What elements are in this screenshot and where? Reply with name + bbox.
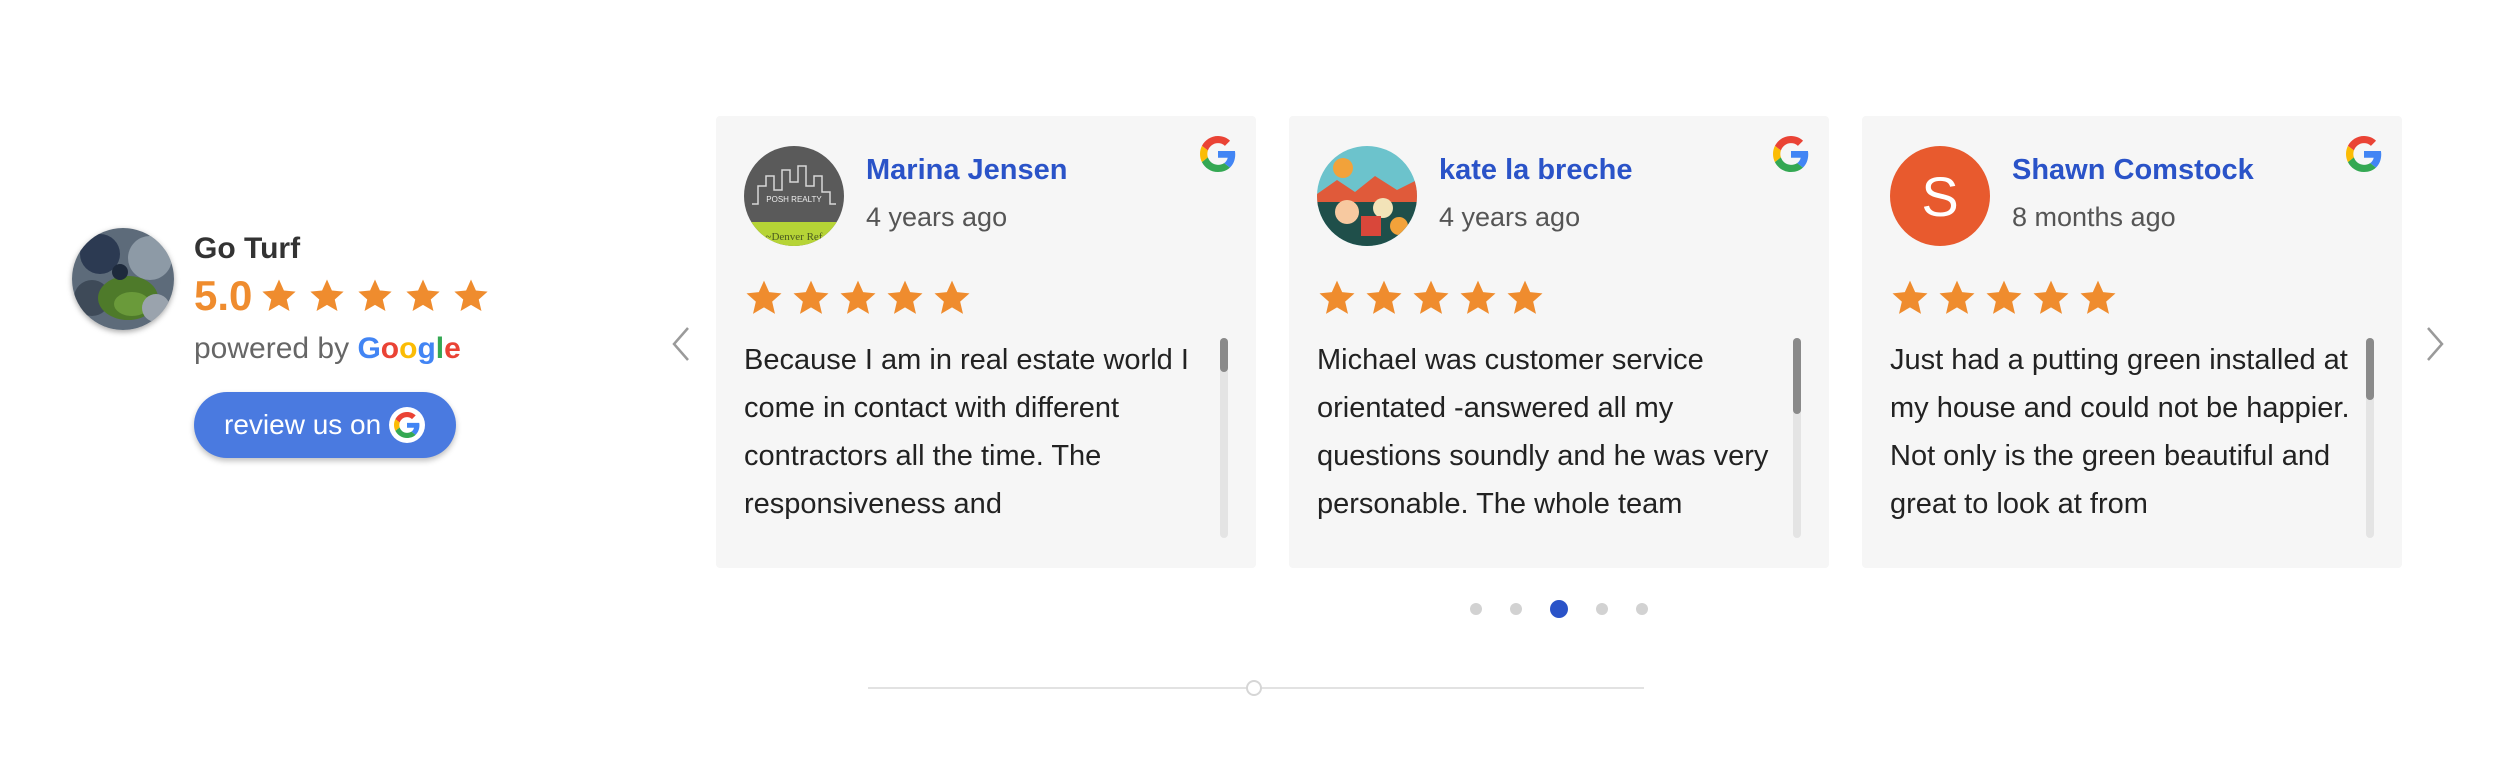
review-text: Michael was customer service orientated …	[1317, 344, 1769, 520]
star-icon	[1937, 278, 1977, 318]
star-icon	[2031, 278, 2071, 318]
star-icon	[452, 277, 490, 315]
star-icon	[1890, 278, 1930, 318]
business-avatar	[72, 228, 174, 330]
reviewer-avatar	[1317, 146, 1417, 246]
chevron-right-icon[interactable]	[2420, 322, 2450, 366]
powered-by-label: powered by	[194, 332, 350, 365]
google-letter: l	[435, 332, 445, 365]
pagination-dot[interactable]	[1596, 603, 1608, 615]
slider-handle[interactable]	[1246, 680, 1262, 696]
google-letter: e	[444, 332, 461, 365]
business-rating: 5.0	[194, 272, 500, 320]
reviewer-avatar: POSH REALTY ~Denver Ref	[744, 146, 844, 246]
review-us-label: review us on	[224, 409, 382, 440]
star-icon	[885, 278, 925, 318]
pagination-dot[interactable]	[1636, 603, 1648, 615]
review-text: Just had a putting green installed at my…	[1890, 344, 2350, 520]
scrollbar[interactable]	[1220, 338, 1228, 538]
chevron-left-icon[interactable]	[666, 322, 696, 366]
pagination-dot[interactable]	[1470, 603, 1482, 615]
reviewer-name[interactable]: kate la breche	[1439, 154, 1632, 187]
pagination-dot[interactable]	[1510, 603, 1522, 615]
google-g-icon	[2346, 136, 2382, 172]
star-icon	[838, 278, 878, 318]
review-age: 8 months ago	[2012, 202, 2176, 232]
google-wordmark: Google	[357, 332, 460, 365]
review-card: kate la breche 4 years ago Michael was c…	[1289, 116, 1829, 568]
scrollbar[interactable]	[2366, 338, 2374, 538]
reviewer-name[interactable]: Shawn Comstock	[2012, 154, 2254, 187]
review-us-button[interactable]: review us on	[194, 392, 456, 458]
star-icon	[1505, 278, 1545, 318]
google-g-icon	[1200, 136, 1236, 172]
pagination-dot[interactable]	[1550, 600, 1568, 618]
reviewer-avatar: S	[1890, 146, 1990, 246]
reviewer-name[interactable]: Marina Jensen	[866, 154, 1067, 187]
google-g-icon	[389, 407, 426, 443]
google-g-icon	[1773, 136, 1809, 172]
star-icon	[1984, 278, 2024, 318]
review-stars	[1317, 278, 1552, 318]
star-icon	[1317, 278, 1357, 318]
google-letter: G	[357, 332, 381, 365]
scrollbar[interactable]	[1793, 338, 1801, 538]
star-icon	[260, 277, 298, 315]
scrollbar-thumb[interactable]	[2366, 338, 2374, 400]
google-letter: o	[380, 332, 400, 365]
rating-value: 5.0	[194, 272, 253, 319]
review-card: S Shawn Comstock 8 months ago Just had a…	[1862, 116, 2402, 568]
star-icon	[932, 278, 972, 318]
star-icon	[2078, 278, 2118, 318]
star-icon	[1364, 278, 1404, 318]
google-letter: g	[417, 332, 436, 365]
star-icon	[1458, 278, 1498, 318]
carousel-pagination	[1470, 600, 1676, 618]
star-icon	[404, 277, 442, 315]
google-letter: o	[399, 332, 418, 365]
avatar-logo-text: POSH REALTY	[766, 195, 822, 204]
scrollbar-thumb[interactable]	[1220, 338, 1228, 372]
scrollbar-thumb[interactable]	[1793, 338, 1801, 414]
powered-by-google: powered by Google	[194, 332, 461, 366]
review-age: 4 years ago	[1439, 202, 1581, 232]
avatar-sub-text: ~Denver Ref	[766, 231, 823, 243]
review-stars	[1890, 278, 2125, 318]
star-icon	[744, 278, 784, 318]
star-icon	[1411, 278, 1451, 318]
review-text: Because I am in real estate world I come…	[744, 344, 1189, 520]
star-icon	[308, 277, 346, 315]
review-stars	[744, 278, 979, 318]
review-card: POSH REALTY ~Denver Ref Marina Jensen 4 …	[716, 116, 1256, 568]
star-icon	[356, 277, 394, 315]
review-age: 4 years ago	[866, 202, 1008, 232]
business-name: Go Turf	[194, 232, 301, 265]
star-icon	[791, 278, 831, 318]
